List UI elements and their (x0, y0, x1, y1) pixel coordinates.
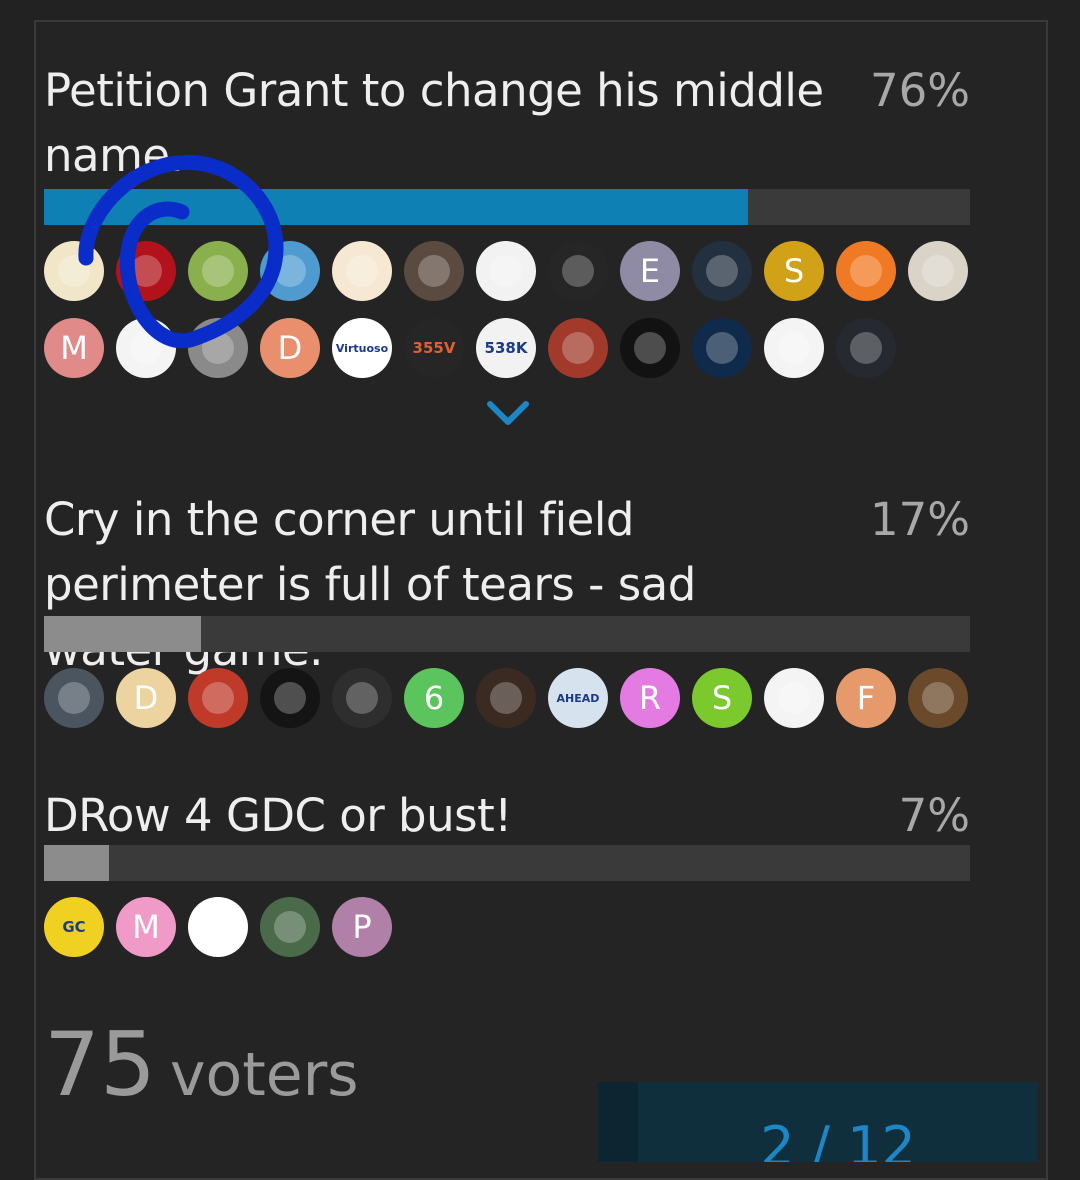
avatar-dark-robot[interactable] (44, 668, 104, 728)
voter-label: voters (169, 1040, 359, 1110)
avatar-blue-c-logo[interactable] (836, 318, 896, 378)
avatar-green-plant[interactable] (548, 241, 608, 301)
avatar-gc-yellow-logo[interactable]: GC (44, 897, 104, 957)
avatar-letter[interactable]: R (620, 668, 680, 728)
avatar-blue-starburst-logo[interactable] (692, 318, 752, 378)
poll-option-title: Petition Grant to change his middle name… (44, 64, 824, 182)
avatar-red-figure-burst[interactable] (764, 318, 824, 378)
poll-option-bar (44, 845, 970, 881)
poll-option-percent: 76% (869, 64, 970, 117)
avatar-red-field-photo[interactable] (188, 668, 248, 728)
poll-option-title: Cry in the corner until field perimeter … (44, 493, 696, 676)
avatar-letter[interactable]: M (116, 897, 176, 957)
avatar-green-red-a-logo[interactable] (620, 318, 680, 378)
avatar-red-gear-logo[interactable] (116, 241, 176, 301)
avatar-355v-logo[interactable]: 355V (404, 318, 464, 378)
poll-option-bar-fill (44, 189, 748, 225)
avatar-538k-gear-logo[interactable]: 538K (476, 318, 536, 378)
avatar-orange-ring-logo[interactable] (836, 241, 896, 301)
avatar-green-a-logo[interactable] (260, 668, 320, 728)
avatar-letter[interactable]: P (332, 897, 392, 957)
avatar-zelda-2[interactable] (260, 241, 320, 301)
avatar-yellow-character[interactable] (44, 241, 104, 301)
avatar-zelda-1[interactable] (188, 241, 248, 301)
poll-option-percent: 7% (898, 789, 970, 842)
avatar-ahead-sign[interactable]: AHEAD (548, 668, 608, 728)
avatar-letter[interactable]: M (44, 318, 104, 378)
avatar-logo-text: 355V (412, 339, 456, 357)
avatar-letter[interactable]: D (260, 318, 320, 378)
avatar-logo-text: GC (62, 918, 86, 936)
poll-option-bar-fill (44, 616, 202, 652)
avatar-letter[interactable]: S (692, 668, 752, 728)
avatar-letter[interactable]: S (764, 241, 824, 301)
avatar-letter[interactable]: D (116, 668, 176, 728)
avatar-bottle[interactable] (116, 318, 176, 378)
avatar-red-cap-character[interactable] (908, 241, 968, 301)
avatar-logo-text: 538K (484, 339, 528, 357)
avatar-dark-haired-character[interactable] (692, 241, 752, 301)
avatar-logo-text: AHEAD (556, 691, 600, 705)
avatar-virtuoso-logo[interactable]: Virtuoso (332, 318, 392, 378)
poll-option-title: DRow 4 GDC or bust! (44, 789, 512, 842)
chevron-down-icon[interactable] (486, 398, 530, 428)
avatar-orange-x-logo[interactable] (332, 668, 392, 728)
avatar-zip-ties[interactable] (476, 241, 536, 301)
avatar-letter[interactable]: E (620, 241, 680, 301)
avatar-person-speaking[interactable] (404, 241, 464, 301)
avatar-green-infinity[interactable] (188, 318, 248, 378)
avatar-orange-origami[interactable] (908, 668, 968, 728)
avatar-green-a-circle[interactable] (260, 897, 320, 957)
pagination-indicator[interactable]: 2 / 12 (598, 1082, 1038, 1162)
avatar-smiling-person[interactable] (476, 668, 536, 728)
avatar-letter[interactable]: F (836, 668, 896, 728)
voter-count: 75 (44, 1013, 156, 1116)
avatar-letter[interactable]: 6 (404, 668, 464, 728)
voter-total: 75 voters (44, 1010, 359, 1130)
avatar-red-poster[interactable] (548, 318, 608, 378)
avatar-orange-swirl[interactable] (332, 241, 392, 301)
poll-option-percent: 17% (869, 493, 970, 546)
poll-option-bar-fill (44, 845, 109, 881)
poll-option-bar (44, 189, 970, 225)
avatar-purple-alpaca[interactable] (764, 668, 824, 728)
poll-option-bar (44, 616, 970, 652)
avatar-memoji-man[interactable] (188, 897, 248, 957)
avatar-logo-text: Virtuoso (335, 341, 389, 355)
